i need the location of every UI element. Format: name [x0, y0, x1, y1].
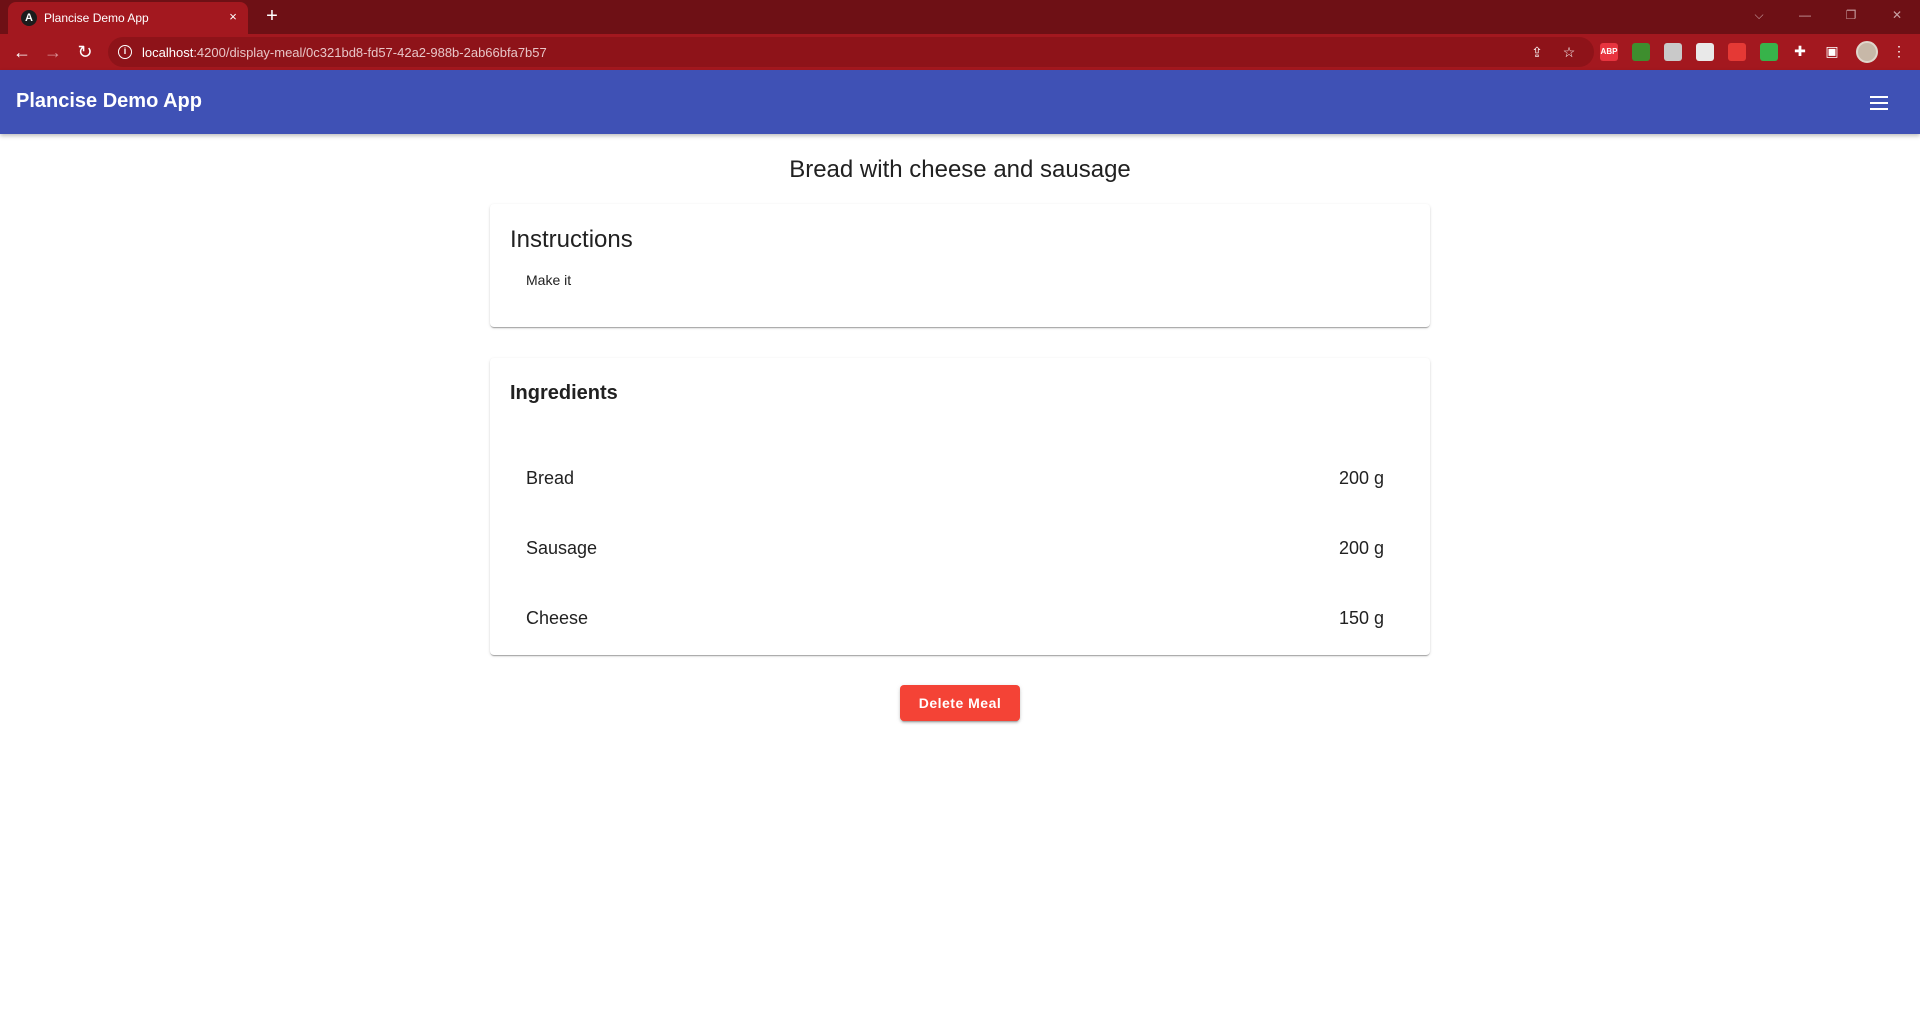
ingredient-name: Bread: [526, 468, 575, 488]
ingredient-amount: 200 g: [1338, 538, 1384, 558]
profile-avatar[interactable]: [1856, 41, 1878, 63]
meal-title: Bread with cheese and sausage: [789, 156, 1131, 183]
reload-icon[interactable]: ↻: [73, 40, 97, 64]
tab-search-icon[interactable]: ⌵: [1746, 4, 1772, 26]
forward-arrow-icon[interactable]: →: [41, 40, 65, 64]
close-tab-icon[interactable]: ×: [224, 8, 242, 26]
ingredient-row: Sausage 200 g: [510, 514, 1410, 584]
browser-tabstrip: A Plancise Demo App × + ⌵ — ❐ ✕: [0, 0, 1920, 34]
extensions-puzzle-icon[interactable]: ✚: [1791, 42, 1809, 60]
extension-icon-2[interactable]: [1632, 43, 1650, 61]
extension-icon-6[interactable]: [1760, 43, 1778, 61]
minimize-icon[interactable]: —: [1792, 4, 1818, 26]
extension-icon-3[interactable]: [1664, 43, 1682, 61]
app-header: Plancise Demo App: [0, 70, 1920, 134]
extension-icon-5[interactable]: [1728, 43, 1746, 61]
angular-favicon-icon: A: [21, 10, 37, 26]
adblock-extension-icon[interactable]: ABP: [1600, 43, 1618, 61]
browser-menu-icon[interactable]: ⋮: [1890, 42, 1908, 60]
ingredient-name: Sausage: [526, 538, 598, 558]
side-panel-icon[interactable]: ▣: [1823, 42, 1841, 60]
ingredient-amount: 150 g: [1338, 608, 1384, 628]
ingredient-name: Cheese: [526, 608, 589, 628]
ingredient-amount: 200 g: [1338, 468, 1384, 488]
site-info-icon[interactable]: i: [118, 45, 132, 59]
ingredients-card: Ingredients Bread 200 g Sausage 200 g Ch…: [490, 358, 1430, 655]
delete-meal-button[interactable]: Delete Meal: [900, 685, 1020, 721]
address-bar[interactable]: i localhost:4200/display-meal/0c321bd8-f…: [108, 37, 1594, 67]
ingredients-heading: Ingredients: [510, 382, 618, 404]
instructions-card: Instructions Make it: [490, 204, 1430, 327]
instructions-heading: Instructions: [510, 226, 633, 253]
tab-title: Plancise Demo App: [44, 11, 149, 25]
restore-icon[interactable]: ❐: [1838, 4, 1864, 26]
extension-icon-4[interactable]: [1696, 43, 1714, 61]
browser-toolbar: ← → ↻ i localhost:4200/display-meal/0c32…: [0, 34, 1920, 70]
bookmark-star-icon[interactable]: ☆: [1560, 43, 1578, 61]
back-arrow-icon[interactable]: ←: [10, 40, 34, 64]
close-window-icon[interactable]: ✕: [1884, 4, 1910, 26]
new-tab-button[interactable]: +: [260, 5, 284, 29]
app-title[interactable]: Plancise Demo App: [16, 90, 202, 113]
ingredient-row: Cheese 150 g: [510, 584, 1410, 654]
instructions-text: Make it: [526, 272, 572, 288]
url-text[interactable]: localhost:4200/display-meal/0c321bd8-fd5…: [142, 45, 547, 60]
hamburger-menu-icon[interactable]: [1864, 88, 1894, 118]
share-icon[interactable]: ⇪: [1528, 43, 1546, 61]
ingredient-row: Bread 200 g: [510, 444, 1410, 514]
browser-tab[interactable]: A Plancise Demo App ×: [8, 2, 248, 34]
